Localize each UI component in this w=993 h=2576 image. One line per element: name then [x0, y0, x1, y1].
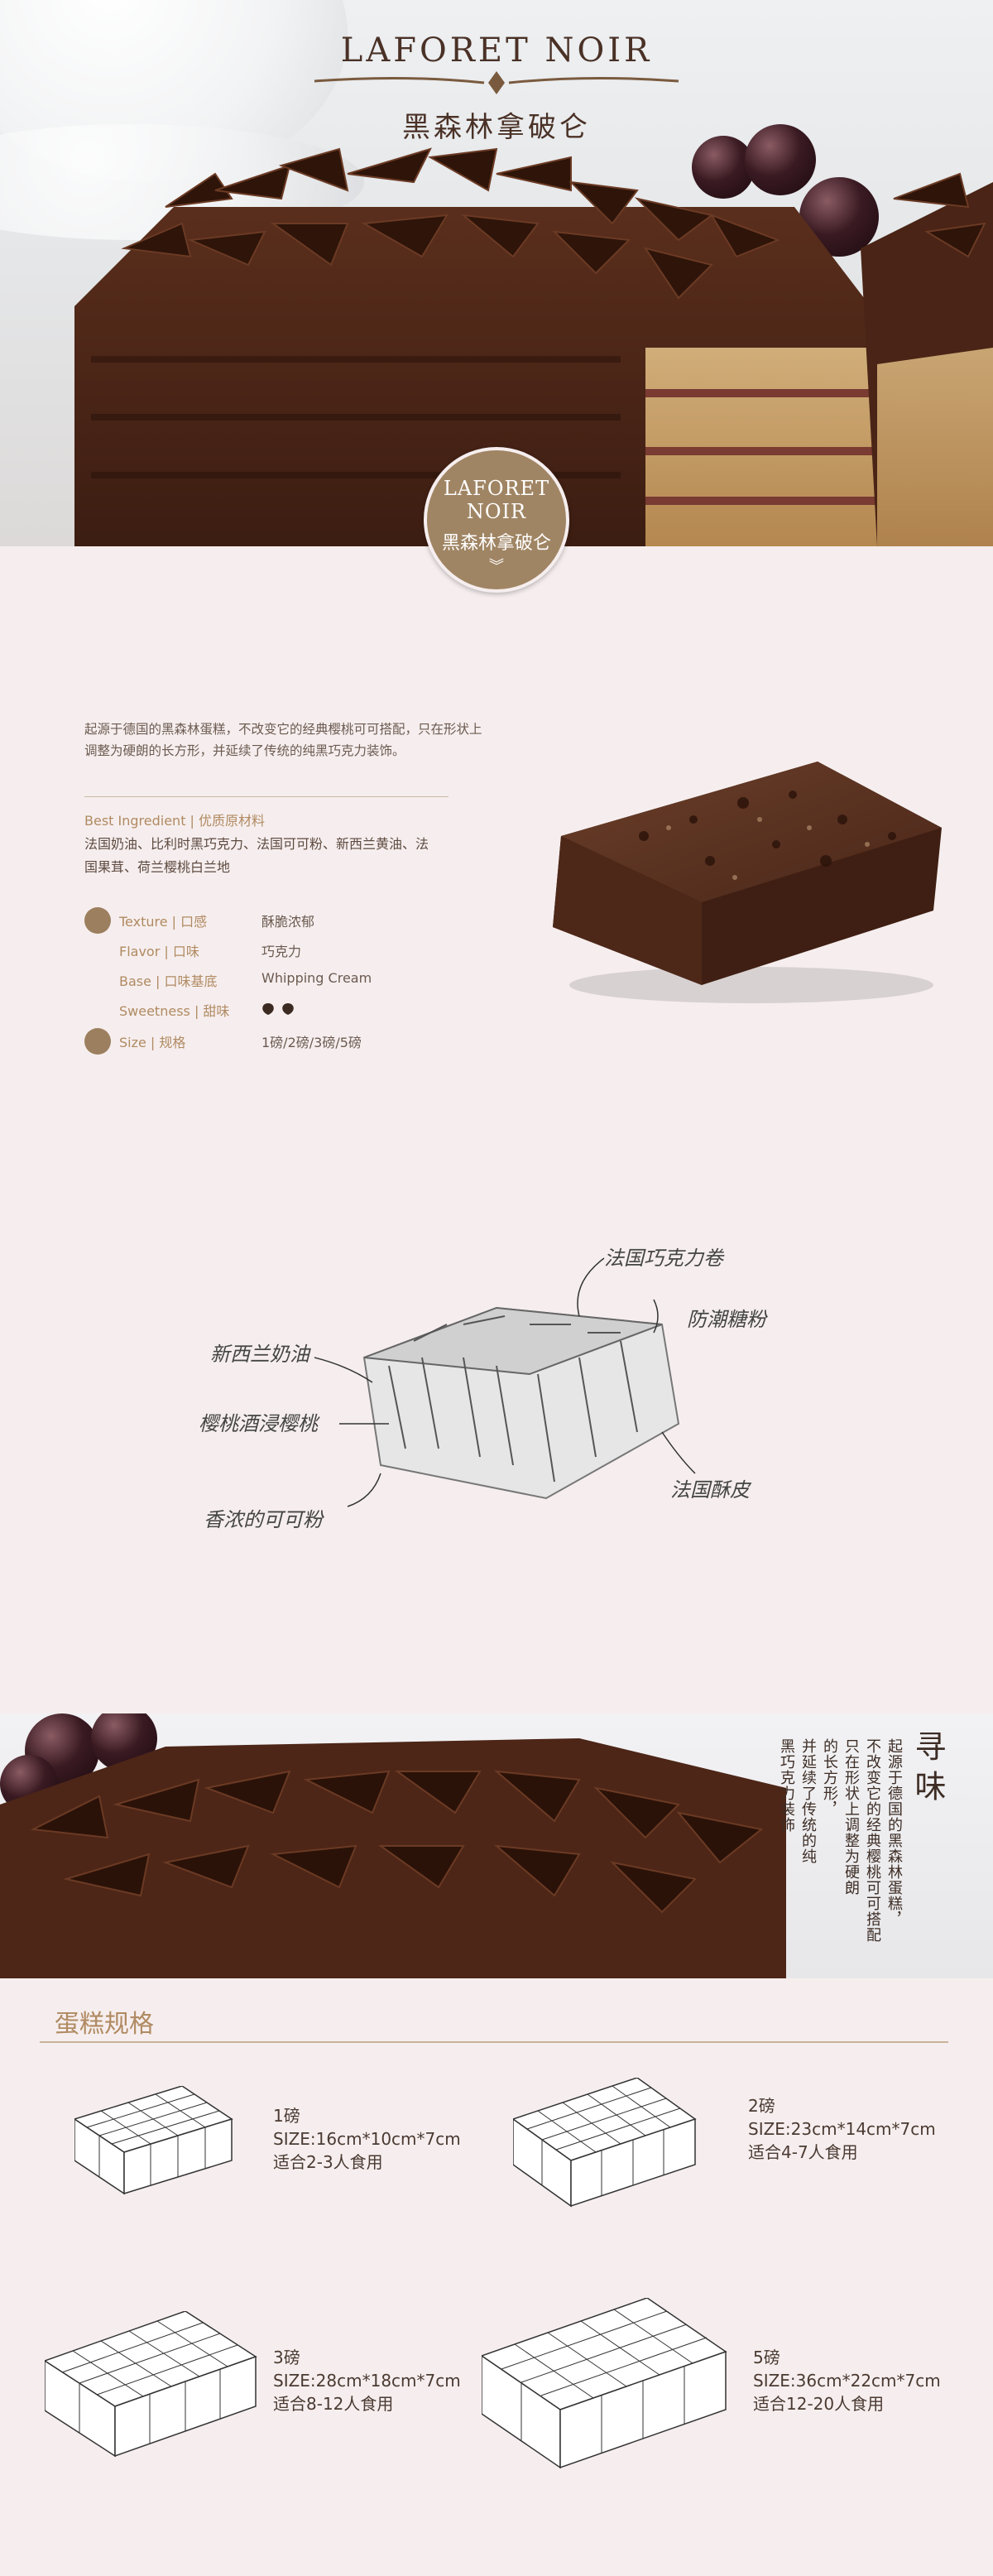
divider: [40, 2041, 948, 2043]
attribute-size: Size | 规格 1磅/2磅/3磅/5磅: [84, 1028, 515, 1055]
sketch-note-cherry: 樱桃酒浸樱桃: [199, 1412, 318, 1435]
attribute-value: 1磅/2磅/3磅/5磅: [261, 1035, 362, 1050]
attribute-base: Base | 口味基底 Whipping Cream: [84, 967, 515, 990]
product-badge: LAFORET NOIR 黑森林拿破仑 ︾: [424, 447, 569, 593]
badge-title-en-line2: NOIR: [466, 500, 527, 523]
box-2lb-icon: [513, 2078, 697, 2208]
spec-weight: 1磅: [273, 2106, 300, 2126]
badge-title-cn: 黑森林拿破仑: [441, 533, 551, 554]
chocolate-cake-photo: [0, 1738, 786, 1978]
cake-slice-photo: [553, 762, 942, 1003]
attribute-value: 酥脆浓郁: [261, 914, 315, 930]
attribute-sweetness: Sweetness | 甜味: [84, 997, 515, 1020]
attribute-key: Texture | 口感: [119, 914, 208, 930]
spec-item-5lb: 5磅 SIZE:36cm*22cm*7cm 适合12-20人食用: [753, 2346, 941, 2415]
sketch-note-cream: 新西兰奶油: [210, 1343, 309, 1366]
flavor-band: 起源于德国的黑森林蛋糕， 不改变它的经典樱桃可可搭配 只在形状上调整为硬朗 的长…: [0, 1713, 993, 1978]
band-text-column: 起源于德国的黑森林蛋糕，: [885, 1738, 903, 1927]
product-description: 起源于德国的黑森林蛋糕，不改变它的经典樱桃可可搭配，只在形状上调整为硬朗的长方形…: [84, 722, 482, 758]
box-3lb-icon: [45, 2311, 257, 2458]
attribute-texture: Texture | 口感 酥脆浓郁: [84, 907, 515, 934]
attribute-key: Base | 口味基底: [119, 973, 218, 989]
attribute-key: Sweetness | 甜味: [119, 1003, 230, 1019]
attribute-value: 巧克力: [261, 944, 302, 959]
spec-serves: 适合2-3人食用: [273, 2152, 383, 2172]
attribute-value: Whipping Cream: [261, 970, 372, 986]
spec-weight: 3磅: [273, 2348, 300, 2367]
sweetness-drop-icon: [262, 1003, 274, 1015]
spec-weight: 5磅: [753, 2348, 780, 2367]
badge-title-en-line1: LAFORET: [443, 477, 550, 500]
ingredient-title: Best Ingredient | 优质原材料: [84, 813, 266, 829]
divider: [84, 796, 449, 797]
spec-weight: 2磅: [748, 2096, 775, 2116]
sweetness-level-icons: [262, 1003, 294, 1015]
band-text-column: 的长方形，: [821, 1738, 838, 1817]
spec-size: SIZE:28cm*18cm*7cm: [273, 2371, 461, 2391]
cake-sketch-illustration: [314, 1257, 696, 1507]
spec-serves: 适合12-20人食用: [753, 2394, 885, 2414]
chevron-down-icon: ︾: [489, 558, 504, 575]
attribute-key: Flavor | 口味: [119, 944, 199, 959]
box-1lb-icon: [74, 2086, 233, 2195]
spec-size: SIZE:36cm*22cm*7cm: [753, 2371, 941, 2391]
spec-item-2lb: 2磅 SIZE:23cm*14cm*7cm 适合4-7人食用: [748, 2094, 936, 2164]
product-detail-section: 起源于德国的黑森林蛋糕，不改变它的经典樱桃可可搭配，只在形状上调整为硬朗的长方形…: [0, 546, 993, 1109]
spec-size: SIZE:16cm*10cm*7cm: [273, 2129, 461, 2149]
band-text-column: 不改变它的经典樱桃可可搭配: [864, 1738, 881, 1943]
sweetness-drop-icon: [282, 1003, 294, 1015]
spec-serves: 适合4-7人食用: [748, 2142, 858, 2162]
spec-item-1lb: 1磅 SIZE:16cm*10cm*7cm 适合2-3人食用: [273, 2104, 461, 2174]
cake-slice-icon: [84, 1028, 111, 1055]
specs-heading: 蛋糕规格: [55, 2010, 154, 2039]
box-5lb-icon: [482, 2298, 727, 2469]
ingredient-sketch-section: 法国巧克力卷 防潮糖粉 樱桃酒浸樱桃 法国酥皮 新西兰奶油 香浓的可可粉: [0, 1109, 993, 1713]
band-text-column: 只在形状上调整为硬朗: [842, 1738, 860, 1896]
cake-icon: [84, 907, 111, 934]
spec-serves: 适合8-12人食用: [273, 2394, 394, 2414]
attribute-key: Size | 规格: [119, 1035, 186, 1050]
cake-specs-section: 蛋糕规格 1磅 SIZE:16cm*10cm*7cm 适合2-3人食用 2磅 S…: [0, 1978, 993, 2576]
sketch-note-chocolate-roll: 法国巧克力卷: [604, 1247, 723, 1270]
spec-item-3lb: 3磅 SIZE:28cm*18cm*7cm 适合8-12人食用: [273, 2346, 461, 2415]
sketch-note-cocoa: 香浓的可可粉: [204, 1508, 323, 1531]
hero-title-cn: 黑森林拿破仑: [402, 111, 591, 144]
band-title: 寻味: [909, 1730, 946, 1809]
band-text-column: 黑巧克力装饰: [778, 1738, 795, 1833]
attribute-flavor: Flavor | 口味 巧克力: [84, 937, 515, 960]
sketch-note-pastry: 法国酥皮: [670, 1478, 750, 1502]
band-text-column: 并延续了传统的纯: [799, 1738, 817, 1864]
ingredient-text: 法国奶油、比利时黑巧克力、法国可可粉、新西兰黄油、法国果茸、荷兰樱桃白兰地: [84, 836, 429, 875]
hero-title-en: LAFORET NOIR: [340, 31, 653, 70]
spec-size: SIZE:23cm*14cm*7cm: [748, 2119, 936, 2139]
sketch-note-sugar-powder: 防潮糖粉: [687, 1308, 766, 1331]
ornament-divider-icon: [314, 71, 679, 94]
